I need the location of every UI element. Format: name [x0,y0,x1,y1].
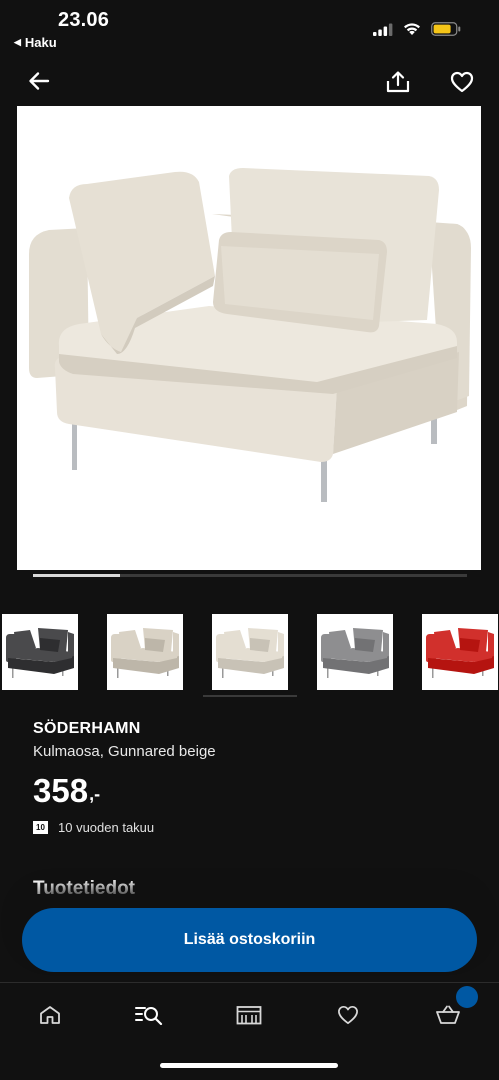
gallery-progress-fill [33,574,120,577]
color-variant-thumbnails [0,614,499,690]
home-icon [40,1006,60,1024]
thumbnail-variant[interactable] [107,614,183,690]
warranty-info: 10 10 vuoden takuu [33,820,154,835]
heart-icon [450,71,474,93]
thumbnail-sofa-image [111,628,179,678]
corner-sofa-illustration [17,106,481,570]
thumbnail-variant[interactable] [422,614,498,690]
status-time: 23.06 [58,9,110,31]
wifi-icon [404,23,420,35]
search-icon [135,1007,163,1025]
status-icons [373,22,461,36]
nav-search[interactable] [129,999,169,1031]
product-main-image[interactable] [17,106,481,570]
thumbnail-variant[interactable] [2,614,78,690]
favourite-button[interactable] [446,66,478,98]
product-description: Kulmaosa, Gunnared beige [33,743,216,760]
price-suffix: ,- [89,784,101,804]
thumbnail-sofa-image [216,628,284,678]
back-button[interactable] [24,66,54,96]
status-back-link[interactable]: ◀ Haku [14,35,57,50]
thumbnail-variant[interactable] [317,614,393,690]
cart-badge [456,986,478,1008]
thumbnail-variant[interactable] [212,614,288,690]
heart-icon [338,1005,358,1025]
cart-icon [436,1005,460,1024]
warranty-badge-icon: 10 [33,821,48,834]
status-bar: 23.06 ◀ Haku [0,0,499,58]
thumbnail-scroll-indicator [203,695,297,697]
product-price: 358 ,- [33,772,100,810]
top-app-bar [0,62,499,102]
share-button[interactable] [382,66,414,98]
signal-icon [373,23,393,36]
nav-home[interactable] [30,999,70,1031]
warranty-text: 10 vuoden takuu [58,820,155,835]
gallery-progress-track [33,574,467,577]
share-icon [386,71,410,93]
nav-favourites[interactable] [328,999,368,1031]
status-back-label: Haku [24,35,57,50]
arrow-left-icon [29,72,50,90]
nav-stores[interactable] [229,999,269,1031]
product-details-heading[interactable]: Tuotetiedot [33,878,135,900]
thumbnail-sofa-image [321,628,389,678]
product-brand: SÖDERHAMN [33,720,141,737]
home-indicator[interactable] [160,1063,338,1068]
thumbnail-sofa-image [6,628,74,678]
price-value: 358 [33,772,89,809]
back-triangle-icon: ◀ [14,37,21,47]
add-to-cart-button[interactable]: Lisää ostoskoriin [22,908,477,972]
store-icon [236,1006,262,1025]
battery-icon [431,22,461,36]
thumbnail-sofa-image [426,628,494,678]
